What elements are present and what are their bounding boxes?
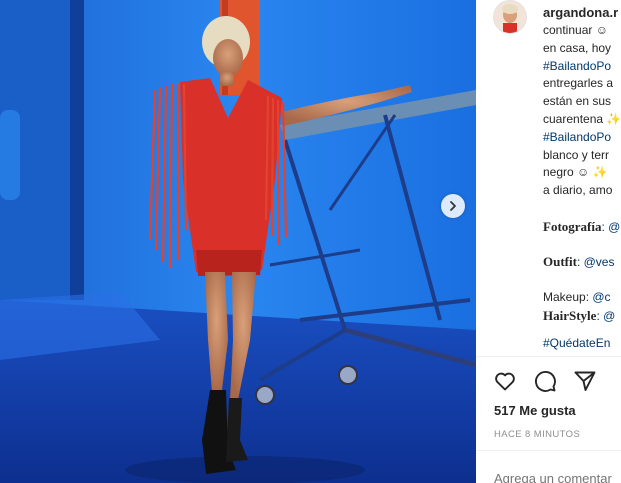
credit-outfit: Outfit: @ves (543, 253, 621, 271)
mention-link[interactable]: : @ (601, 220, 620, 234)
heart-icon (495, 372, 515, 391)
share-button[interactable] (572, 368, 598, 394)
caption-line: en casa, hoy (543, 40, 612, 55)
caption-line: entregarles a (543, 76, 614, 91)
post-image (0, 0, 476, 483)
hashtag-link[interactable]: #QuédateEn (543, 335, 621, 353)
credit-label: Outfit (543, 254, 577, 270)
comment-button[interactable] (532, 368, 558, 394)
post-timestamp[interactable]: HACE 8 MINUTOS (494, 429, 580, 440)
post-username[interactable]: argandona.r (543, 5, 618, 20)
divider (476, 450, 621, 451)
next-image-button[interactable] (441, 194, 465, 218)
mention-link[interactable]: : @c (586, 290, 611, 304)
hashtag-link[interactable]: #BailandoPo (543, 129, 621, 147)
mention-link[interactable]: : @ (596, 309, 615, 323)
like-button[interactable] (492, 368, 518, 394)
post-sidebar: argandona.r continuar ☺ en casa, hoy #Ba… (476, 0, 621, 483)
caption-line: negro ☺ ✨ (543, 165, 608, 180)
hashtag-link[interactable]: #BailandoPo (543, 58, 621, 76)
comment-icon (535, 371, 556, 392)
mention-link[interactable]: : @ves (577, 255, 615, 269)
avatar-image (494, 1, 526, 33)
credit-label: HairStyle (543, 307, 597, 323)
avatar[interactable] (493, 0, 527, 34)
likes-count[interactable]: 517 Me gusta (494, 403, 576, 418)
share-icon (574, 371, 596, 391)
post-photo[interactable] (0, 0, 476, 483)
divider (476, 356, 621, 357)
caption-line: cuarentena ✨ (543, 111, 621, 126)
caption-line: están en sus (543, 94, 612, 109)
credit-label: Fotografía (543, 218, 602, 234)
caption-line: continuar ☺ (543, 23, 608, 37)
credit-label: Makeup (543, 289, 586, 304)
chevron-right-icon (450, 201, 456, 211)
credit-hair: HairStyle: @ (543, 307, 621, 325)
caption-line: a diario, amo (543, 183, 613, 198)
credit-photo: Fotografía: @ (543, 218, 621, 236)
comment-input[interactable] (494, 471, 621, 483)
action-bar (492, 368, 598, 394)
caption-line: blanco y terr (543, 147, 610, 162)
credit-makeup: Makeup: @c (543, 289, 621, 307)
post-caption: continuar ☺ en casa, hoy #BailandoPo ent… (543, 22, 621, 352)
